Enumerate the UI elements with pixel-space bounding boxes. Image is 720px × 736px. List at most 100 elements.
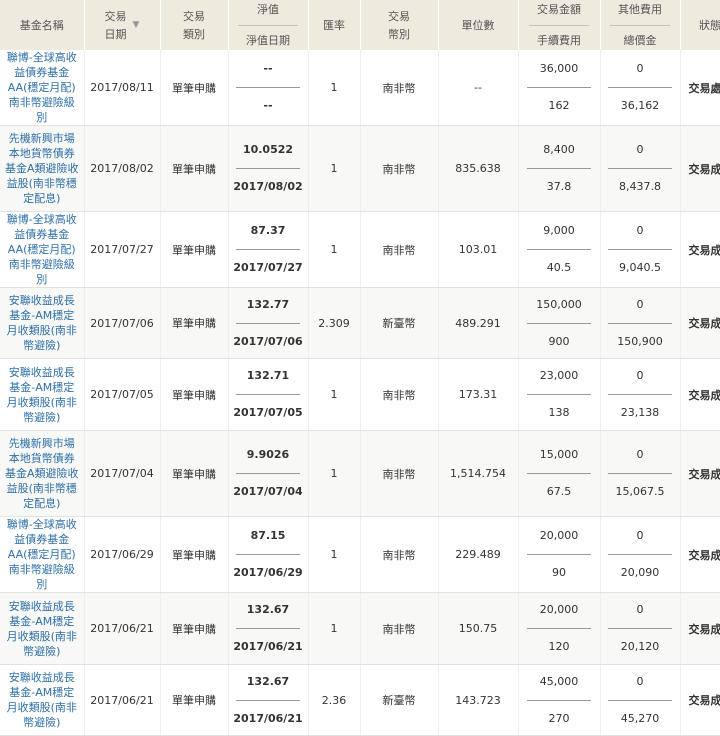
units: 150.75 <box>438 592 519 665</box>
stacked-values: 0 23,138 <box>601 368 680 421</box>
col-trade-date[interactable]: 交易日期 ▼ <box>84 0 161 50</box>
trade-date: 2017/08/02 <box>84 125 161 212</box>
table-row: 先機新興市場本地貨幣債券基金A類避險收益股(南非幣穩定配息) 2017/07/04… <box>0 430 720 517</box>
nav-cell: 10.0522 2017/08/02 <box>228 125 309 212</box>
total-amount: 9,040.5 <box>619 261 661 274</box>
trade-amount: 20,000 <box>539 529 579 542</box>
stacked-values: 0 150,900 <box>601 297 680 350</box>
stacked-values: 0 20,090 <box>601 528 680 581</box>
fee-amount: 162 <box>548 99 570 112</box>
divider <box>236 322 300 324</box>
nav-date: 2017/07/05 <box>233 406 303 419</box>
stacked-values: 15,000 67.5 <box>519 447 600 500</box>
stacked-values: 45,000 270 <box>519 674 600 727</box>
stacked-values: 87.15 2017/06/29 <box>229 528 308 581</box>
fund-name-link[interactable]: 先機新興市場本地貨幣債券基金A類避險收益股(南非幣穩定配息) <box>0 430 85 517</box>
stacked-values: 0 20,120 <box>601 602 680 655</box>
nav-value: -- <box>263 62 273 75</box>
header-label: 類別 <box>183 28 205 41</box>
trade-type: 單筆申購 <box>160 358 229 431</box>
units: 489.291 <box>438 287 519 359</box>
fund-name-link[interactable]: 聯博-全球高收益債券基金AA(穩定月配)南非幣避險級別 <box>0 50 85 126</box>
fund-name-link[interactable]: 安聯收益成長基金-AM穩定月收類股(南非幣避險) <box>0 592 85 665</box>
header-label: 匯率 <box>323 19 345 32</box>
other-fee: 0 <box>636 369 644 382</box>
total-amount: 20,120 <box>620 640 660 653</box>
currency: 南非幣 <box>360 50 439 126</box>
nav-cell: -- -- <box>228 50 309 126</box>
fx-rate: 1 <box>308 125 361 212</box>
other-cell: 0 23,138 <box>600 358 681 431</box>
trade-amount: 36,000 <box>539 62 579 75</box>
stacked-values: 10.0522 2017/08/02 <box>229 142 308 195</box>
status-text: 交易成功 <box>680 358 720 431</box>
sort-down-icon[interactable]: ▼ <box>133 20 140 30</box>
table-header-row: 基金名稱 交易 日期 ▼ 交易 類別 淨值 淨值日期 匯率 交易 幣別 單位數 交易金額… <box>0 0 720 50</box>
amount-cell: 150,000 900 <box>518 287 601 359</box>
status-text: 交易成功 <box>680 211 720 288</box>
nav-date: 2017/06/21 <box>233 640 303 653</box>
status-text: 交易處理中 <box>680 50 720 126</box>
nav-date: 2017/08/02 <box>233 180 303 193</box>
trade-type: 單筆申購 <box>160 287 229 359</box>
table-row: 安聯收益成長基金-AM穩定月收類股(南非幣避險) 2017/07/06 單筆申購 13… <box>0 287 720 359</box>
stacked-values: 0 9,040.5 <box>601 223 680 276</box>
divider <box>526 87 592 88</box>
nav-cell: 132.71 2017/07/05 <box>228 358 309 431</box>
stacked-values: 87.37 2017/07/27 <box>229 223 308 276</box>
fund-name-link[interactable]: 安聯收益成長基金-AM穩定月收類股(南非幣避險) <box>0 287 85 359</box>
divider <box>608 473 672 474</box>
total-amount: 15,067.5 <box>615 485 665 498</box>
divider <box>526 168 592 169</box>
trade-type: 單筆申購 <box>160 125 229 212</box>
header-label: 單位數 <box>461 19 495 32</box>
header-label: 手續費用 <box>537 33 581 47</box>
status-text: 交易成功 <box>680 664 720 736</box>
fund-name-link[interactable]: 聯博-全球高收益債券基金AA(穩定月配)南非幣避險級別 <box>0 516 85 593</box>
other-fee: 0 <box>636 674 644 688</box>
fund-name-link[interactable]: 先機新興市場本地貨幣債券基金A類避險收益股(南非幣穩定配息) <box>0 125 85 212</box>
table-row: 安聯收益成長基金-AM穩定月收類股(南非幣避險) 2017/06/21 單筆申購 13… <box>0 664 720 736</box>
fund-name-link[interactable]: 聯博-全球高收益債券基金AA(穩定月配)南非幣避險級別 <box>0 211 85 288</box>
other-fee: 0 <box>636 529 644 542</box>
stacked-values: 36,000 162 <box>519 61 600 114</box>
header-label: 淨值日期 <box>246 33 290 47</box>
other-cell: 0 9,040.5 <box>600 211 681 288</box>
divider <box>236 249 300 250</box>
trade-type: 單筆申購 <box>160 430 229 517</box>
divider <box>608 394 672 395</box>
stacked-values: 8,400 37.8 <box>519 142 600 195</box>
trade-amount: 9,000 <box>543 224 575 237</box>
units: 229.489 <box>438 516 519 593</box>
trade-type: 單筆申購 <box>160 50 229 126</box>
header-label: 交易 <box>388 10 410 23</box>
stacked-values: 0 15,067.5 <box>601 447 680 500</box>
trade-amount: 15,000 <box>539 448 579 461</box>
trade-date: 2017/06/29 <box>84 516 161 593</box>
header-label: 交易 <box>104 10 127 23</box>
divider <box>608 554 672 555</box>
other-fee: 0 <box>636 448 644 461</box>
trade-amount: 20,000 <box>539 603 579 616</box>
col-currency: 交易 幣別 <box>360 0 439 50</box>
amount-cell: 23,000 138 <box>518 358 601 431</box>
units: 173.31 <box>438 358 519 431</box>
fund-name-link[interactable]: 安聯收益成長基金-AM穩定月收類股(南非幣避險) <box>0 358 85 431</box>
divider <box>236 473 300 474</box>
fee-amount: 40.5 <box>546 261 572 274</box>
fee-amount: 120 <box>548 640 570 653</box>
total-amount: 45,270 <box>620 711 660 725</box>
currency: 南非幣 <box>360 125 439 212</box>
transaction-table: 基金名稱 交易 日期 ▼ 交易 類別 淨值 淨值日期 匯率 交易 幣別 單位數 交易金額… <box>0 0 720 736</box>
stacked-values: 9.9026 2017/07/04 <box>229 447 308 500</box>
header-label: 日期 <box>104 28 127 41</box>
divider <box>526 554 592 555</box>
amount-cell: 45,000 270 <box>518 664 601 736</box>
nav-date: 2017/06/29 <box>233 566 303 579</box>
trade-amount: 23,000 <box>539 369 579 382</box>
amount-cell: 20,000 120 <box>518 592 601 665</box>
nav-value: 132.67 <box>246 603 290 616</box>
fund-name-link[interactable]: 安聯收益成長基金-AM穩定月收類股(南非幣避險) <box>0 664 85 736</box>
col-fund-name[interactable]: 基金名稱 <box>0 0 85 50</box>
fee-amount: 90 <box>552 566 566 579</box>
